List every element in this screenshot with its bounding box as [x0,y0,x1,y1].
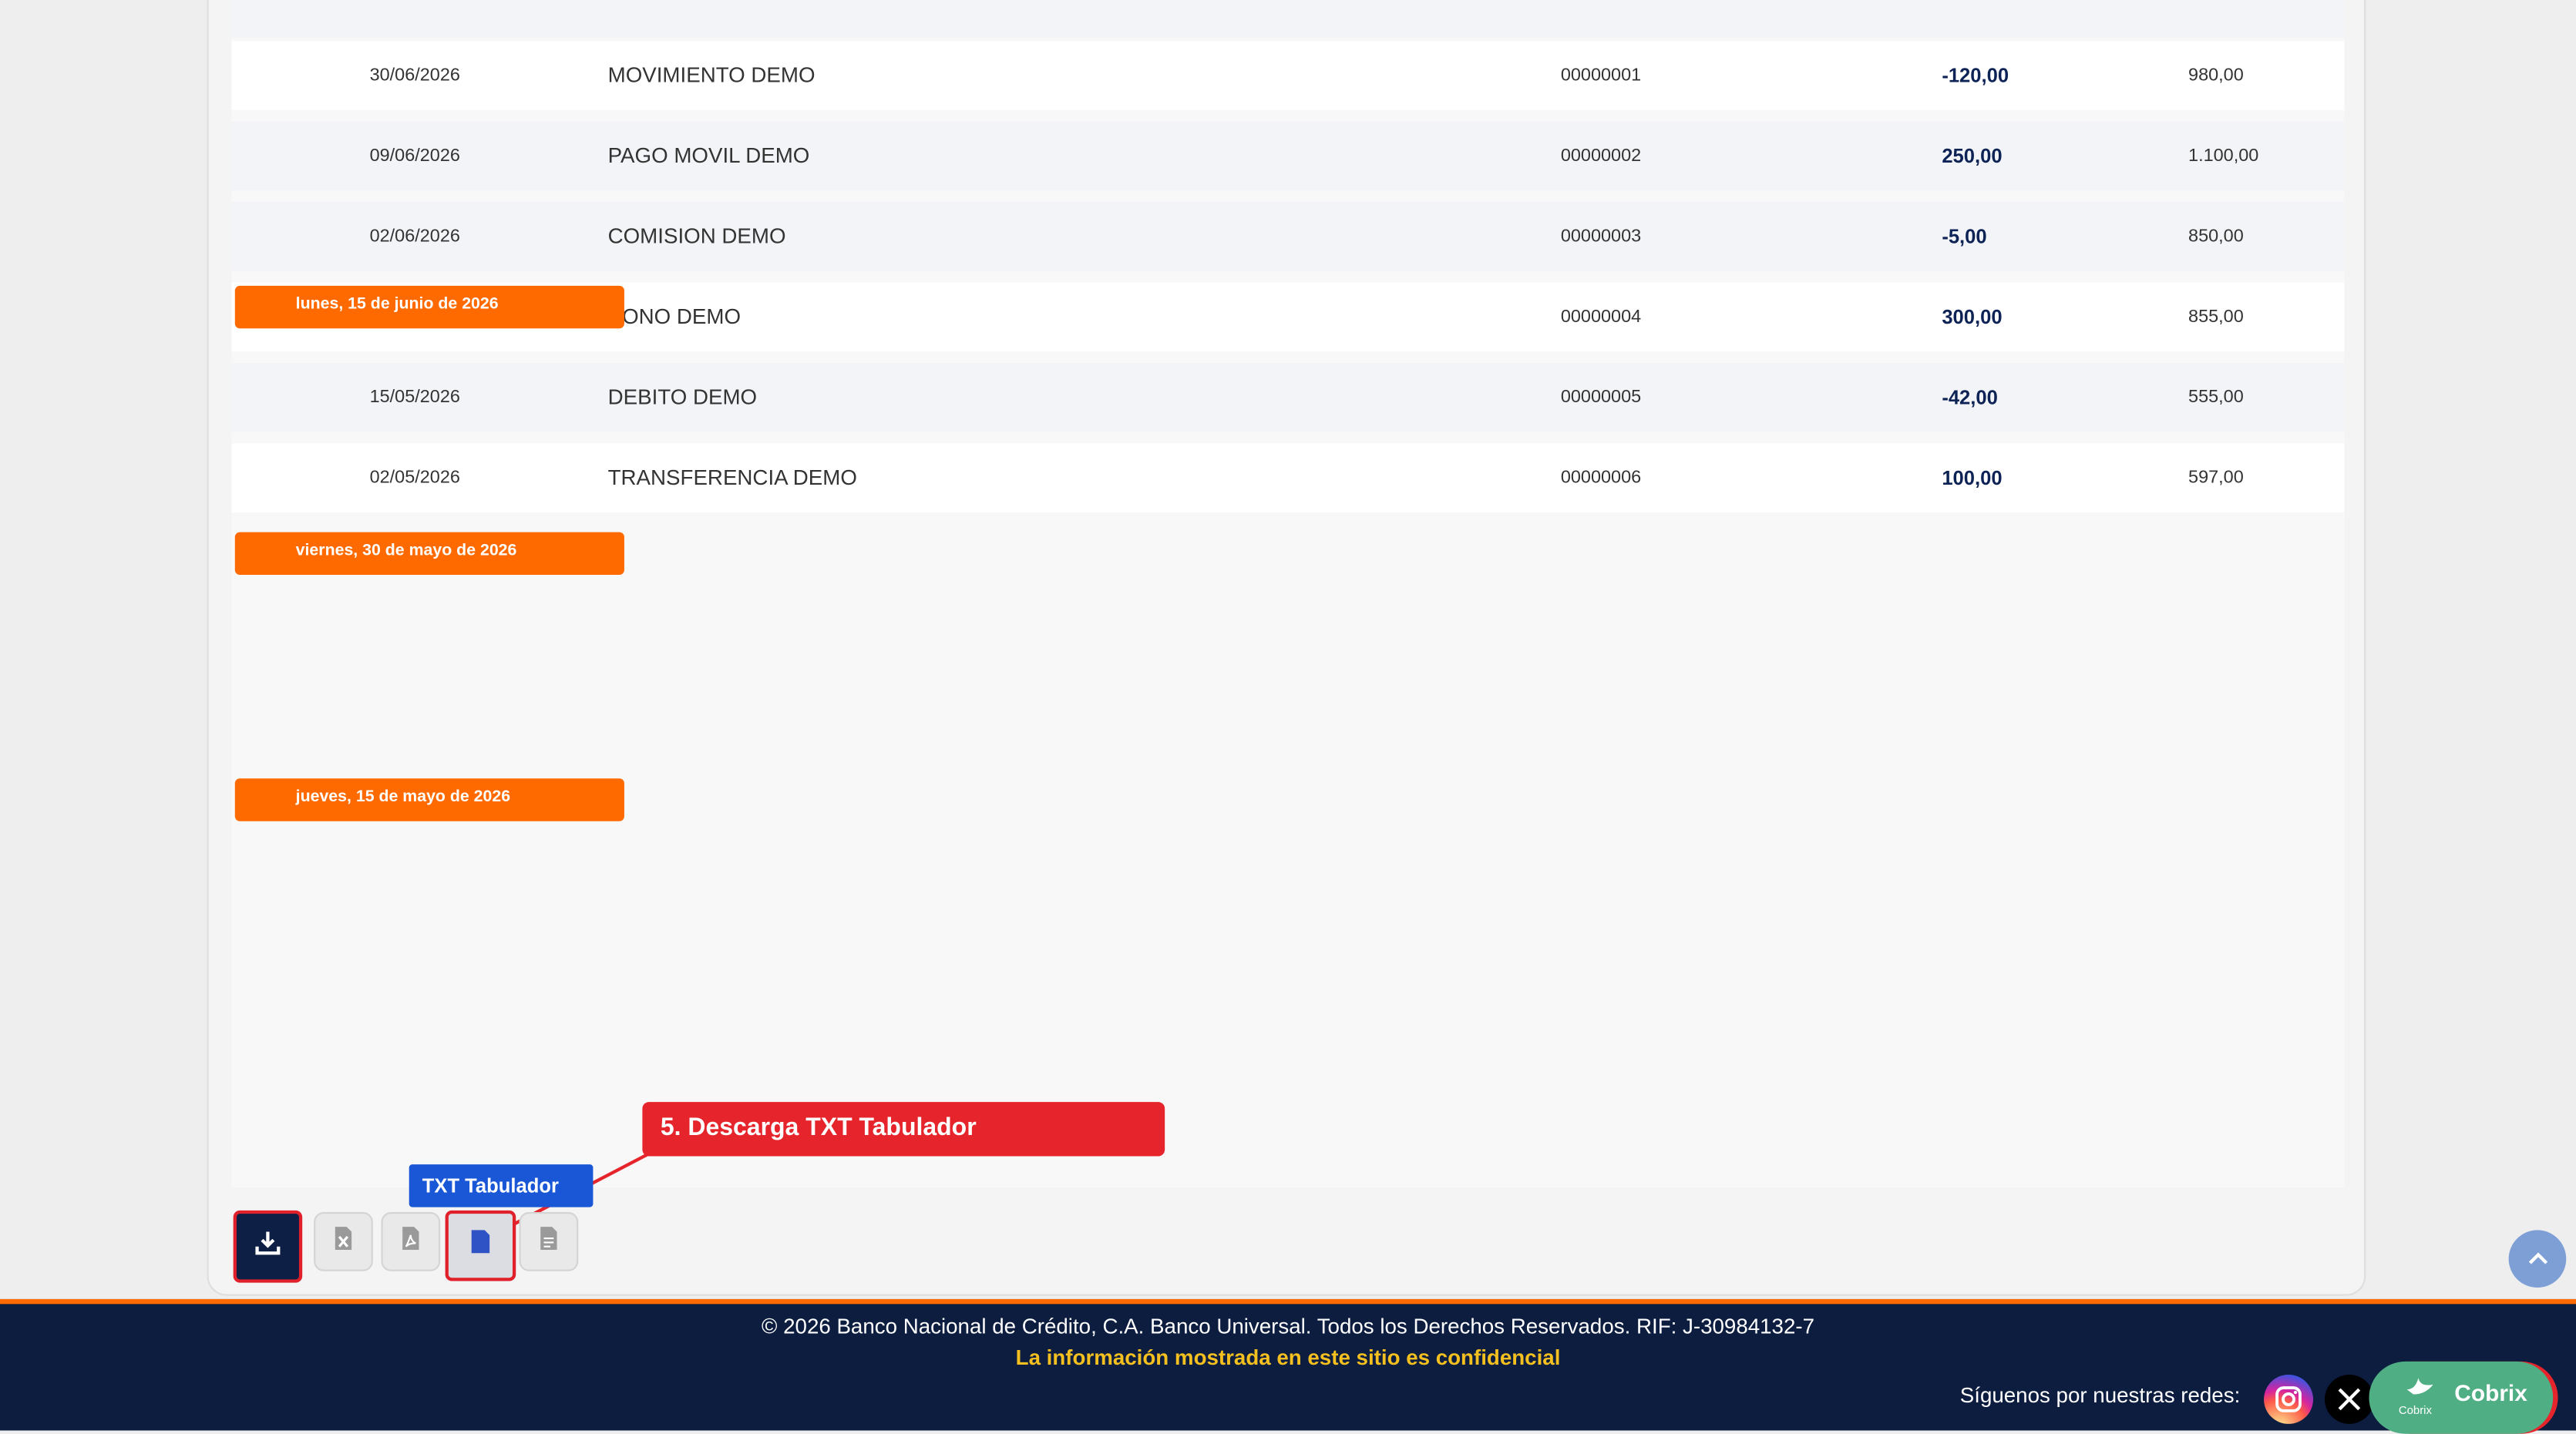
row-amount: -5,00 [1942,225,1987,248]
download-excel-button[interactable] [314,1211,373,1271]
row-reference: 00000003 [1560,227,1642,247]
step-callout: 5. Descarga TXT Tabulador [642,1102,1165,1157]
row-date: 30/06/2026 [369,65,460,86]
row-description: PAGO MOVIL DEMO [607,143,810,168]
table-row[interactable]: 09/06/2026 PAGO MOVIL DEMO 00000002 250,… [231,121,2345,191]
row-balance: 855,00 [2188,307,2244,327]
date-group-badge: jueves, 15 de mayo de 2026 [234,778,624,821]
cobrix-label: Cobrix [2454,1379,2527,1406]
date-group-badge: lunes, 15 de junio de 2026 [234,285,624,329]
row-balance: 555,00 [2188,388,2244,408]
footer-confidential-notice: La información mostrada en este sitio es… [1015,1345,1561,1370]
row-description: TRANSFERENCIA DEMO [607,465,857,490]
row-description: COMISION DEMO [607,223,786,248]
table-row[interactable]: 02/06/2026 COMISION DEMO 00000003 -5,00 … [231,202,2345,271]
row-description: BONO DEMO [607,304,742,329]
date-group-badge: viernes, 30 de mayo de 2026 [234,532,624,575]
row-date: 09/06/2026 [369,146,460,166]
row-date: 15/05/2026 [369,388,460,408]
scroll-top-button[interactable] [2508,1230,2567,1288]
row-description: DEBITO DEMO [607,384,758,409]
txt-file-icon [539,1224,559,1259]
cobrix-chat-button[interactable]: Cobrix Cobrix [2369,1361,2554,1434]
instagram-icon[interactable] [2264,1374,2314,1424]
row-reference: 00000005 [1560,388,1642,408]
table-row-partial [231,0,2345,39]
footer-copyright: © 2026 Banco Nacional de Crédito, C.A. B… [762,1314,1815,1339]
download-txt-button[interactable] [519,1211,579,1271]
table-row[interactable]: 02/05/2026 TRANSFERENCIA DEMO 00000006 1… [231,443,2345,512]
download-txt-tab-button[interactable] [445,1210,516,1281]
row-amount: -42,00 [1942,385,1998,409]
chevron-up-icon [2526,1244,2549,1274]
download-menu-button[interactable] [233,1210,303,1283]
row-date: 02/05/2026 [369,468,460,489]
row-balance: 850,00 [2188,227,2244,247]
download-pdf-button[interactable] [381,1211,441,1271]
site-footer: © 2026 Banco Nacional de Crédito, C.A. B… [0,1298,2576,1434]
txt-tab-file-icon [470,1228,492,1263]
row-reference: 00000006 [1560,468,1642,489]
social-follow-label: Síguenos por nuestras redes: [1959,1382,2241,1408]
table-row[interactable]: 15/05/2026 DEBITO DEMO 00000005 -42,00 5… [231,363,2345,432]
row-reference: 00000001 [1560,65,1642,86]
row-description: MOVIMIENTO DEMO [607,62,816,87]
download-tooltip: TXT Tabulador [409,1164,594,1207]
row-balance: 597,00 [2188,468,2244,489]
download-icon [254,1229,281,1264]
row-amount: 100,00 [1942,466,2003,490]
row-amount: 300,00 [1942,305,2003,329]
pdf-file-icon [401,1224,421,1259]
row-balance: 980,00 [2188,65,2244,86]
row-date: 02/06/2026 [369,227,460,247]
x-twitter-icon[interactable] [2324,1374,2374,1424]
row-reference: 00000004 [1560,307,1642,327]
excel-file-icon [334,1224,354,1259]
table-row[interactable]: 30/06/2026 MOVIMIENTO DEMO 00000001 -120… [231,41,2345,110]
row-balance: 1.100,00 [2188,146,2259,166]
row-amount: -120,00 [1942,64,2009,87]
cobrix-sub-label: Cobrix [2398,1405,2432,1418]
row-reference: 00000002 [1560,146,1642,166]
row-amount: 250,00 [1942,144,2003,168]
